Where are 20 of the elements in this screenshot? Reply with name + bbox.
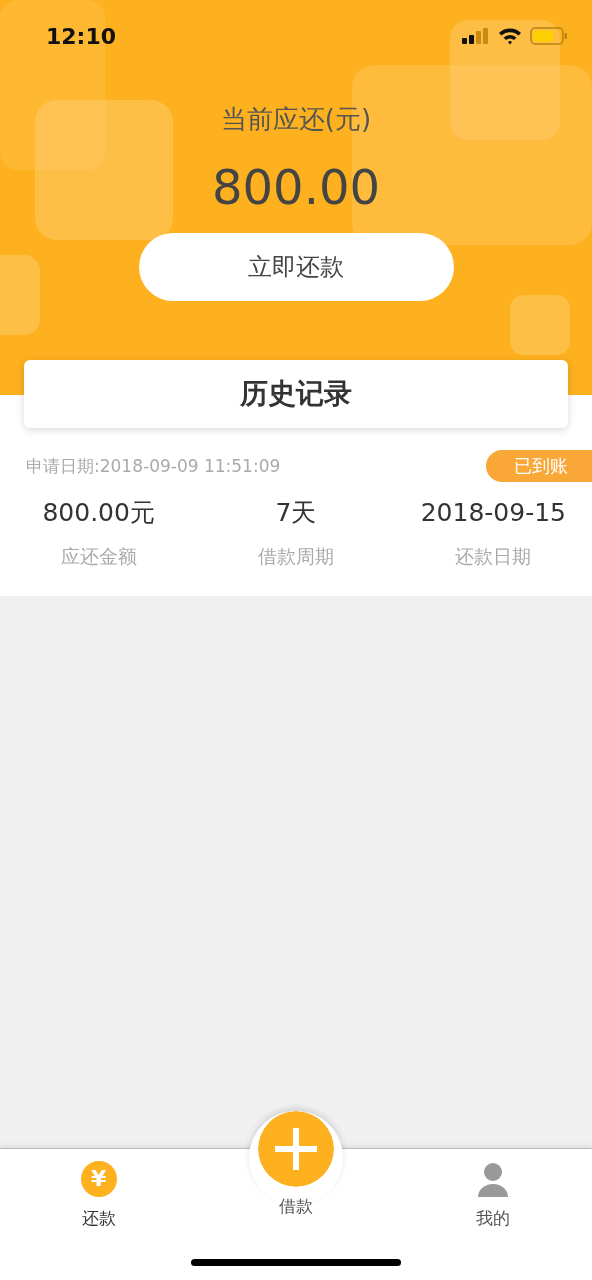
field-value: 2018-09-15	[420, 498, 566, 528]
field-value: 7天	[275, 498, 317, 528]
history-header-card[interactable]: 历史记录	[24, 360, 568, 428]
apply-date: 申请日期:2018-09-09 11:51:09	[26, 454, 281, 478]
field-value: 800.00元	[42, 498, 155, 528]
tab-item[interactable]: 借款	[197, 1111, 395, 1231]
tab-item[interactable]: ¥ 还款	[0, 1149, 198, 1231]
wifi-icon	[498, 27, 522, 45]
status-badge: 已到账	[486, 450, 592, 482]
amount-title: 当前应还(元)	[220, 103, 372, 136]
amount-due: 800.00	[212, 159, 380, 215]
field-label: 借款周期	[258, 544, 334, 568]
repay-now-button[interactable]: 立即还款	[138, 233, 454, 301]
yen-icon: ¥	[80, 1161, 117, 1197]
tab-item[interactable]: 我的	[394, 1149, 592, 1231]
field-label: 还款日期	[455, 544, 532, 568]
status-time: 12:10	[46, 23, 117, 49]
signal-icon	[462, 28, 490, 44]
battery-icon	[530, 27, 568, 45]
field-label: 应还金额	[60, 544, 137, 568]
